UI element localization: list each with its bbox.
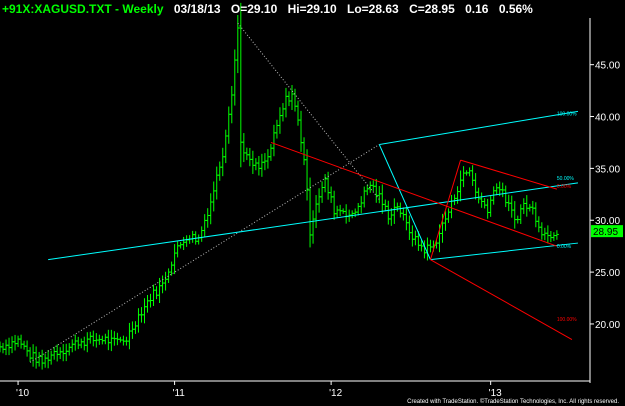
x-tick-label: '11 — [173, 388, 186, 399]
y-tick-label: 25.00 — [595, 268, 620, 279]
cyan-level-label: 0.00% — [557, 244, 572, 250]
red-pitchfork-line — [430, 259, 573, 340]
x-tick-label: '12 — [329, 388, 342, 399]
red-pitchfork-line — [460, 159, 558, 190]
close-label: C=28.95 — [409, 2, 455, 16]
cyan-level-label: 50.00% — [557, 176, 575, 182]
change-pct-label: 0.56% — [498, 2, 533, 16]
cyan-level-label: 100.00% — [557, 111, 577, 117]
median-line — [48, 182, 579, 261]
red-pitchfork-line — [270, 141, 558, 247]
last-price-label: 28.95 — [593, 227, 618, 238]
open-label: O=29.10 — [230, 2, 278, 16]
x-tick-label: '10 — [16, 388, 29, 399]
symbol-label: +91X:XAGUSD.TXT - Weekly — [2, 2, 164, 16]
y-tick-label: 45.00 — [595, 61, 620, 72]
y-tick-label: 20.00 — [595, 320, 620, 331]
low-label: Lo=28.63 — [347, 2, 399, 16]
high-label: Hi=29.10 — [287, 2, 337, 16]
change-label: 0.16 — [465, 2, 489, 16]
y-tick-label: 35.00 — [595, 164, 620, 175]
y-tick-label: 40.00 — [595, 113, 620, 124]
cyan-pitchfork-handle — [378, 144, 431, 260]
x-tick-label: '13 — [489, 388, 502, 399]
red-level-label: 100.00% — [557, 317, 577, 323]
credit-text: Created with TradeStation. ©TradeStation… — [407, 399, 619, 405]
cyan-pitchfork-upper — [379, 110, 579, 146]
dotted-trend-line — [29, 144, 380, 363]
red-level-label: 0.00% — [557, 184, 572, 190]
date-label: 03/18/13 — [173, 2, 221, 16]
chart-header: +91X:XAGUSD.TXT - Weekly 03/18/13 O=29.1… — [2, 2, 540, 16]
price-chart[interactable]: 45.0040.0035.0030.0025.0020.00'10'11'12 '… — [0, 0, 625, 406]
chart-window: 45.00 40.00 35.00 30.00 25.00 20.00'10'11'12 '… — [0, 0, 625, 406]
